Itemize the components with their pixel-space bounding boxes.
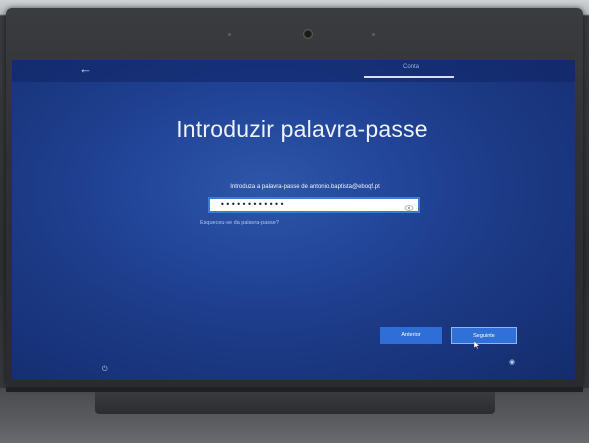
- back-button[interactable]: Anterior: [380, 327, 442, 344]
- password-value: ••••••••••••: [220, 200, 285, 209]
- setup-screen: ← Conta Introduzir palavra-passe Introdu…: [12, 60, 575, 380]
- sensor-dot: [228, 33, 231, 36]
- top-bar: [12, 60, 575, 82]
- eye-icon[interactable]: [404, 200, 414, 211]
- password-field[interactable]: ••••••••••••: [208, 197, 420, 213]
- mouse-cursor-icon: [474, 341, 480, 349]
- forgot-password-link[interactable]: Esqueceu-se da palavra-passe?: [200, 220, 279, 226]
- next-button[interactable]: Seguinte: [451, 327, 517, 344]
- tab-underline: [364, 76, 454, 78]
- webcam-icon: [303, 29, 313, 39]
- page-title: Introduzir palavra-passe: [176, 116, 428, 142]
- accessibility-icon[interactable]: ◉: [509, 358, 515, 366]
- password-prompt: Introduza a palavra-passe de antonio.bap…: [230, 184, 380, 190]
- back-arrow-icon[interactable]: ←: [79, 62, 92, 76]
- tab-account: Conta: [402, 64, 419, 70]
- power-icon[interactable]: ⏻: [102, 366, 108, 374]
- sensor-dot: [372, 33, 375, 36]
- laptop-base: [95, 392, 495, 414]
